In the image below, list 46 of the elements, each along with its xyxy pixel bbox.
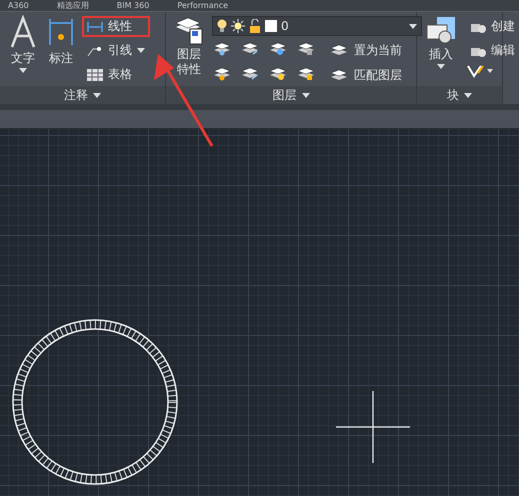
layer-tool-icon (268, 40, 288, 56)
layer-stack-icon (329, 42, 349, 58)
ribbon-button[interactable]: 表格 (82, 64, 150, 85)
lightbulb-icon (217, 19, 227, 33)
insert-block-icon (425, 15, 457, 45)
panel-title[interactable]: 注释 (64, 86, 88, 104)
ribbon-button[interactable]: 创建 (465, 16, 519, 37)
layer-properties-icon (174, 15, 204, 45)
padlock-icon (249, 19, 261, 33)
ribbon-button[interactable]: 标注 (46, 15, 76, 86)
ribbon-tab[interactable]: 精选应用 (56, 0, 89, 10)
layer-tool-icon (240, 65, 260, 81)
ribbon-button[interactable]: 图层特性 (172, 15, 206, 86)
ribbon-tab[interactable]: Performance (177, 0, 228, 10)
layer-tool-icon (296, 40, 316, 56)
panel-title[interactable]: 块 (447, 86, 459, 104)
drawing-canvas[interactable] (0, 129, 519, 496)
ribbon-button[interactable]: 置为当前 (324, 39, 407, 61)
caret-icon (409, 24, 417, 28)
layer-stack-icon (329, 67, 349, 83)
layer-tool-icon (212, 65, 232, 81)
ribbon-tab[interactable]: A360 (8, 0, 29, 10)
ribbon-button[interactable]: 引线 (82, 40, 150, 61)
ribbon-tab[interactable]: BIM 360 (116, 0, 150, 10)
letter-a-icon (8, 15, 38, 49)
ribbon-button[interactable]: 编辑 (465, 40, 519, 61)
ribbon-button[interactable]: 线性 (82, 16, 150, 37)
layer-tool-icon (268, 65, 288, 81)
block-attribute-icon (465, 64, 495, 78)
layer-tool-icon (212, 40, 232, 56)
layer-tool-icon (296, 65, 316, 81)
color-swatch-icon (265, 20, 277, 32)
table-icon (87, 68, 103, 80)
sun-icon (231, 19, 245, 33)
layer-tool-icon (240, 40, 260, 56)
ribbon-button[interactable]: 匹配图层 (324, 64, 407, 86)
leader-icon (87, 44, 103, 56)
caret-icon (93, 92, 101, 98)
caret-icon (302, 92, 310, 98)
caret-icon (437, 64, 445, 69)
ribbon-button[interactable]: 插入 (423, 15, 459, 86)
layer-dropdown[interactable]: 0 (212, 16, 422, 36)
ribbon-button[interactable]: 文字 (6, 15, 40, 86)
caret-icon (464, 92, 472, 98)
panel-title[interactable]: 图层 (272, 86, 296, 104)
linear-dimension-icon (87, 20, 103, 32)
